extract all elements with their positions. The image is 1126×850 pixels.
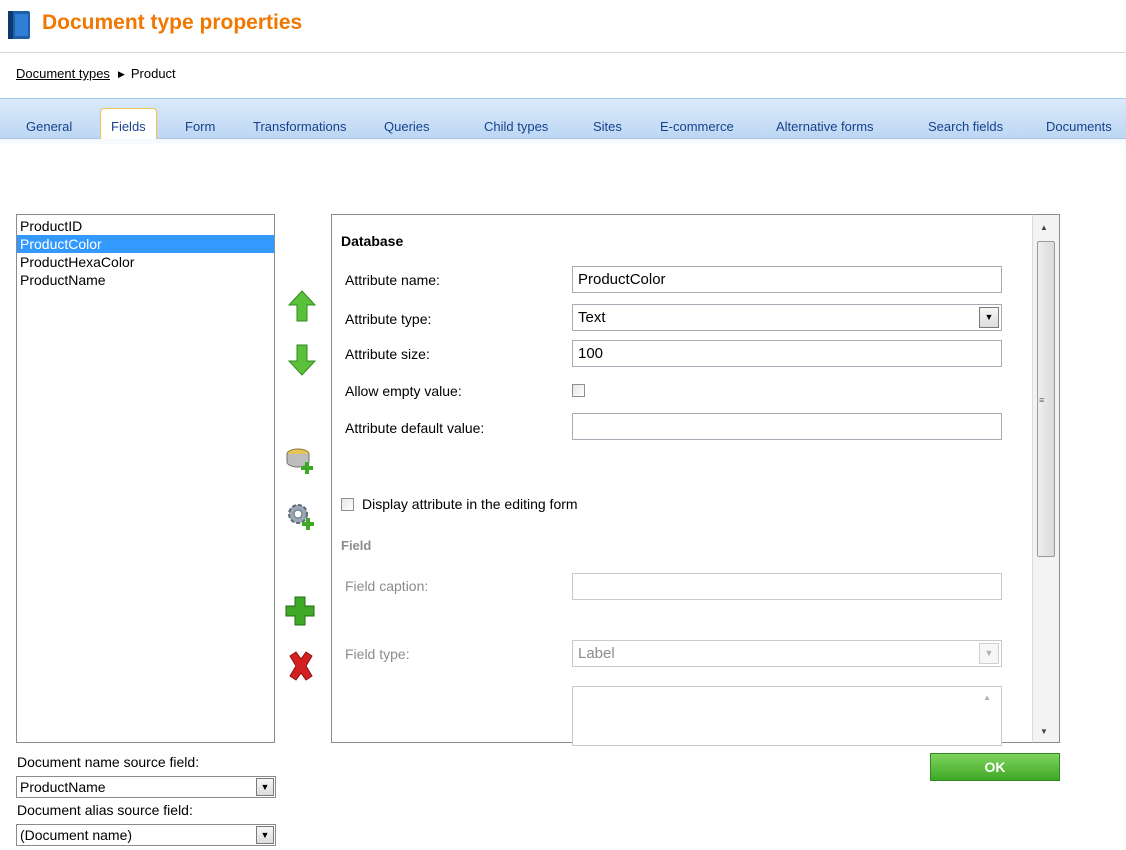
- attribute-name-label: Attribute name:: [345, 272, 440, 288]
- gear-add-icon[interactable]: [285, 500, 315, 532]
- page-title: Document type properties: [42, 11, 303, 34]
- list-item-selected[interactable]: ProductColor: [17, 235, 274, 253]
- chevron-down-icon[interactable]: ▼: [979, 643, 999, 664]
- name-source-value: ProductName: [20, 779, 106, 795]
- display-in-form-checkbox[interactable]: [341, 498, 354, 511]
- alias-source-select[interactable]: (Document name) ▼: [16, 824, 276, 846]
- arrow-down-icon[interactable]: [287, 344, 317, 376]
- tab-form[interactable]: Form: [185, 119, 215, 134]
- tab-documents[interactable]: Documents: [1046, 119, 1112, 134]
- scroll-up-icon[interactable]: ▲: [983, 693, 991, 702]
- section-database: Database: [341, 233, 404, 249]
- breadcrumb: Document types ▶ Product: [16, 66, 176, 81]
- list-item[interactable]: ProductID: [17, 217, 274, 235]
- display-in-form-label: Display attribute in the editing form: [362, 496, 578, 512]
- attribute-size-input[interactable]: [572, 340, 1002, 367]
- chevron-down-icon[interactable]: ▼: [256, 778, 274, 796]
- breadcrumb-current: Product: [130, 66, 176, 81]
- panel-scrollbar[interactable]: ▲ ≡ ▼: [1032, 214, 1060, 743]
- scrollbar-grip-icon: ≡: [1039, 395, 1045, 405]
- delete-x-icon[interactable]: [286, 650, 316, 682]
- attribute-type-select[interactable]: Text ▼: [572, 304, 1002, 331]
- list-item[interactable]: ProductName: [17, 271, 274, 289]
- tab-alternative-forms[interactable]: Alternative forms: [776, 119, 874, 134]
- tab-queries[interactable]: Queries: [384, 119, 430, 134]
- list-item[interactable]: ProductHexaColor: [17, 253, 274, 271]
- chevron-down-icon[interactable]: ▼: [979, 307, 999, 328]
- field-textarea[interactable]: ▲: [572, 686, 1002, 746]
- page-header: Document type properties: [0, 0, 1126, 52]
- tab-e-commerce[interactable]: E-commerce: [660, 119, 734, 134]
- tab-bar-underline: [0, 138, 1126, 147]
- tab-transformations[interactable]: Transformations: [253, 119, 346, 134]
- tab-fields[interactable]: Fields: [100, 108, 157, 139]
- section-field: Field: [341, 538, 372, 553]
- field-type-select[interactable]: Label ▼: [572, 640, 1002, 667]
- plus-icon[interactable]: [285, 595, 315, 627]
- tab-search-fields[interactable]: Search fields: [928, 119, 1003, 134]
- ok-button[interactable]: OK: [930, 753, 1060, 781]
- tab-general[interactable]: General: [26, 119, 72, 134]
- chevron-down-icon[interactable]: ▼: [256, 826, 274, 844]
- attribute-size-label: Attribute size:: [345, 346, 430, 362]
- allow-empty-checkbox[interactable]: [572, 384, 585, 397]
- alias-source-value: (Document name): [20, 827, 133, 843]
- name-source-label: Document name source field:: [17, 754, 200, 770]
- attribute-name-input[interactable]: [572, 266, 1002, 293]
- field-list[interactable]: ProductID ProductColor ProductHexaColor …: [16, 214, 275, 743]
- alias-source-label: Document alias source field:: [17, 802, 193, 818]
- name-source-select[interactable]: ProductName ▼: [16, 776, 276, 798]
- allow-empty-label: Allow empty value:: [345, 383, 462, 399]
- book-icon: [8, 11, 30, 39]
- arrow-up-icon[interactable]: [287, 290, 317, 322]
- field-caption-input[interactable]: [572, 573, 1002, 600]
- scroll-up-icon[interactable]: ▲: [1040, 223, 1048, 232]
- field-type-label: Field type:: [345, 646, 410, 662]
- default-value-label: Attribute default value:: [345, 420, 485, 436]
- scroll-down-icon[interactable]: ▼: [1040, 727, 1048, 736]
- attribute-type-label: Attribute type:: [345, 311, 432, 327]
- tab-child-types[interactable]: Child types: [484, 119, 548, 134]
- attribute-type-value: Text: [578, 309, 606, 326]
- field-type-value: Label: [578, 645, 615, 662]
- breadcrumb-separator-icon: ▶: [117, 69, 125, 79]
- header-divider: [0, 52, 1126, 53]
- field-caption-label: Field caption:: [345, 578, 429, 594]
- tab-sites[interactable]: Sites: [593, 119, 622, 134]
- default-value-input[interactable]: [572, 413, 1002, 440]
- database-add-icon[interactable]: [285, 444, 315, 476]
- breadcrumb-link-document-types[interactable]: Document types: [16, 66, 110, 81]
